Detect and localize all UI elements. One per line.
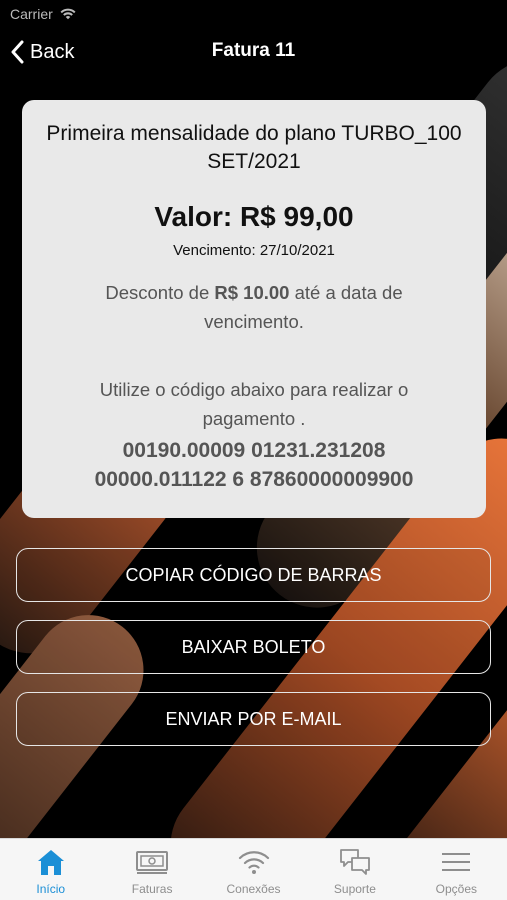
status-bar: Carrier [0, 0, 507, 28]
wifi-icon [238, 851, 269, 874]
invoice-card: Primeira mensalidade do plano TURBO_100 … [22, 100, 486, 518]
tab-label: Opções [435, 882, 477, 896]
discount-prefix: Desconto de [105, 282, 215, 303]
tab-label: Faturas [131, 882, 173, 896]
tab-bar: Início Faturas Conexões Suporte Opções [0, 838, 507, 900]
barcode-number: 00190.00009 01231.231208 00000.011122 6 … [32, 436, 476, 494]
barcode-line-1: 00190.00009 01231.231208 [122, 439, 386, 462]
invoice-description: Primeira mensalidade do plano TURBO_100 … [46, 122, 462, 173]
tab-label: Início [36, 882, 66, 896]
tab-opcoes[interactable]: Opções [406, 839, 507, 900]
invoice-amount: Valor: R$ 99,00 [154, 201, 354, 232]
tab-conexoes[interactable]: Conexões [203, 839, 304, 900]
copy-barcode-button[interactable]: COPIAR CÓDIGO DE BARRAS [16, 548, 491, 602]
barcode-line-2: 00000.011122 6 87860000009900 [94, 468, 414, 491]
home-icon [37, 850, 64, 875]
tab-label: Conexões [226, 882, 281, 896]
carrier-label: Carrier [10, 6, 53, 22]
discount-info: Desconto de R$ 10.00 até a data de venci… [62, 278, 446, 336]
page-title: Fatura 11 [211, 40, 296, 61]
payment-instructions: Utilize o código abaixo para realizar o … [99, 379, 409, 429]
navigation-bar: Back Fatura 11 [0, 30, 507, 74]
tab-label: Suporte [333, 882, 376, 896]
tab-faturas[interactable]: Faturas [101, 839, 202, 900]
wifi-status-icon [60, 8, 76, 20]
invoices-icon [136, 851, 169, 874]
tab-inicio[interactable]: Início [0, 839, 101, 900]
discount-value: R$ 10.00 [214, 282, 290, 303]
menu-icon [442, 853, 471, 871]
download-boleto-button[interactable]: BAIXAR BOLETO [16, 620, 491, 674]
chat-icon [340, 849, 370, 875]
tab-suporte[interactable]: Suporte [304, 839, 405, 900]
send-email-button[interactable]: ENVIAR POR E-MAIL [16, 692, 491, 746]
invoice-due-date: Vencimento: 27/10/2021 [173, 242, 335, 259]
